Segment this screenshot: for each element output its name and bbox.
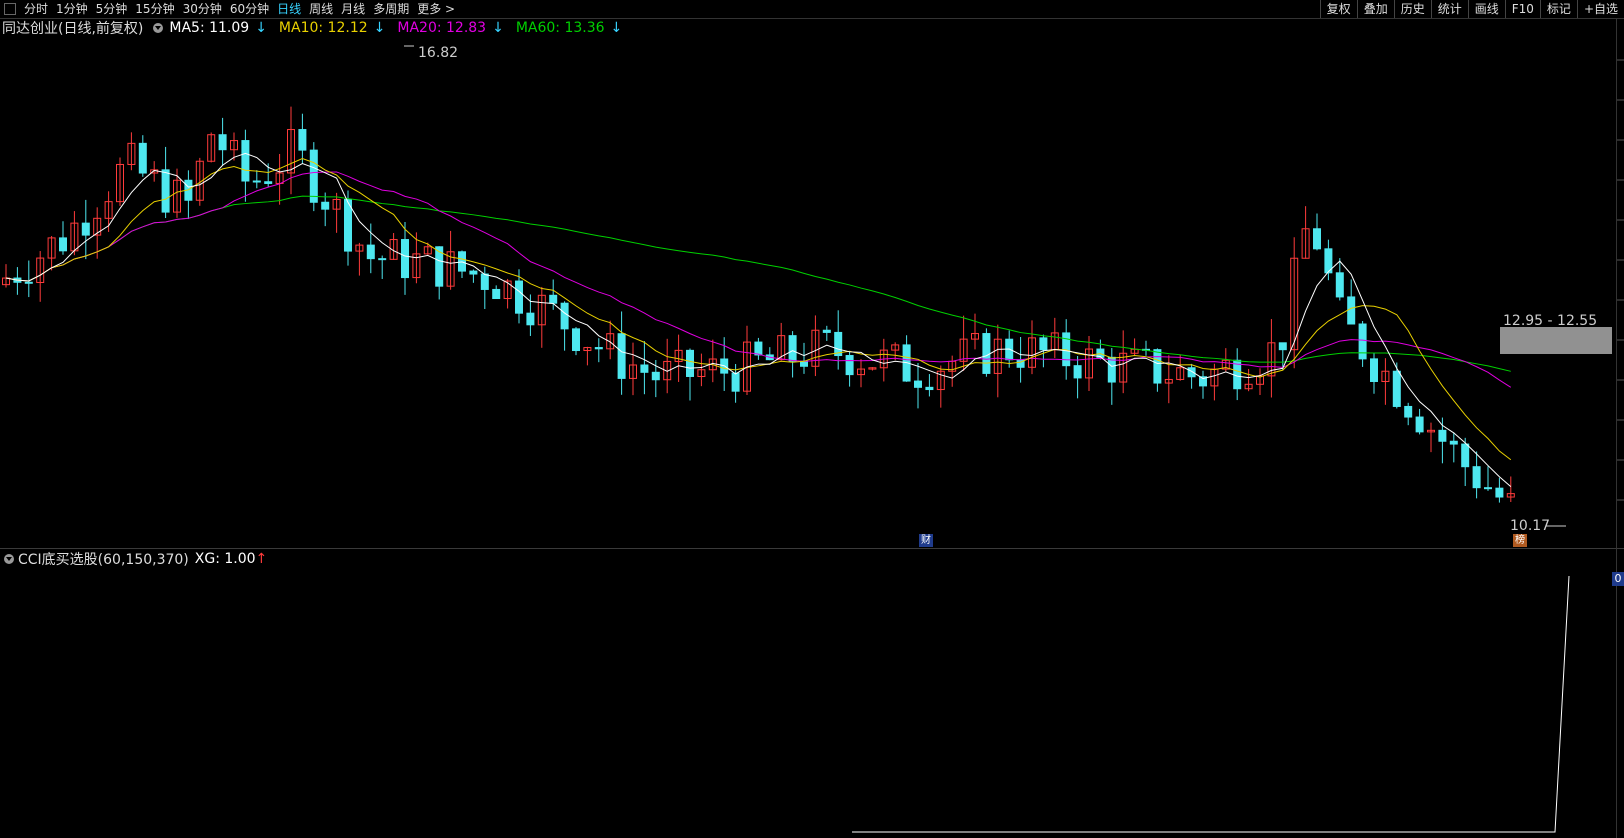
low-price-label: 10.17 (1510, 518, 1550, 534)
down-arrow-icon: ↓ (610, 20, 623, 36)
main-legend: 同达创业(日线,前复权) MA5: 11.09 ↓ MA10: 12.12 ↓ MA… (0, 19, 634, 37)
indicator-title: CCI底买选股(60,150,370) (18, 552, 189, 568)
candle-body (366, 244, 375, 260)
ma5-label: MA5: 11.09 ↓ (169, 20, 267, 36)
candle-body (560, 302, 569, 330)
candle-body (138, 142, 147, 174)
ma20-label: MA20: 12.83 ↓ (397, 20, 504, 36)
candle-body (81, 222, 90, 236)
candle-body (1153, 349, 1162, 384)
candle-body (1461, 443, 1470, 468)
finance-badge[interactable]: 财 (919, 534, 933, 547)
candle-body (1484, 487, 1492, 490)
candle-body (161, 169, 170, 213)
price-range-box (1500, 327, 1612, 354)
candle-body (822, 329, 831, 333)
candle-body (1187, 367, 1196, 378)
legend-dropdown-icon[interactable] (153, 23, 164, 33)
pane-divider[interactable] (0, 548, 1624, 549)
right-axis (1616, 19, 1617, 838)
candle-body (1415, 416, 1424, 433)
candle-body (218, 134, 227, 151)
down-arrow-icon: ↓ (255, 20, 267, 36)
candle-body (1495, 487, 1504, 498)
candle-body (264, 181, 273, 184)
candle-body (1039, 337, 1048, 351)
ma60-label: MA60: 13.36 ↓ (515, 20, 623, 36)
kline-chart[interactable]: 12.95 - 12.55 16.82 10.17 (0, 0, 1624, 838)
down-arrow-icon: ↓ (373, 20, 386, 36)
candle-body (1370, 358, 1378, 382)
candle-body (731, 372, 740, 392)
candle-body (24, 281, 33, 284)
xg-signal-line (852, 575, 1570, 833)
candle-body (458, 251, 466, 272)
candle-body (788, 335, 797, 362)
candle-body (1392, 370, 1401, 407)
candle-body (914, 380, 922, 388)
up-arrow-icon: ↑ (255, 551, 268, 567)
candle-body (469, 270, 478, 275)
candle-body (298, 129, 307, 151)
candle-body (1278, 342, 1287, 351)
ranking-badge[interactable]: 榜 (1513, 534, 1527, 547)
candle-body (1313, 228, 1321, 250)
xg-value: XG: 1.00↑ (194, 551, 268, 567)
candle-body (640, 364, 649, 373)
candle-body (1449, 440, 1458, 445)
candle-body (1438, 429, 1447, 442)
candle-body (1335, 272, 1344, 298)
candle-body (321, 201, 330, 210)
candle-body (1073, 365, 1082, 379)
candle-body (754, 341, 763, 356)
candle-body (1358, 323, 1367, 360)
candle-body (572, 328, 580, 352)
candle-body (309, 149, 318, 203)
candle-body (982, 333, 991, 374)
candle-body (925, 386, 934, 391)
high-price-label: 16.82 (418, 45, 458, 61)
sub-legend: CCI底买选股(60,150,370) XG: 1.00↑ (0, 550, 267, 568)
candle-body (594, 347, 603, 350)
candle-body (617, 333, 626, 379)
candle-body (1472, 466, 1481, 489)
candle-body (252, 180, 261, 183)
candle-body (1107, 356, 1116, 383)
candle-body (651, 371, 660, 381)
ma10-label: MA10: 12.12 ↓ (278, 20, 386, 36)
zero-axis-tag: 0 (1612, 572, 1624, 586)
candle-body (480, 273, 489, 290)
candle-body (515, 280, 523, 314)
down-arrow-icon: ↓ (492, 20, 504, 36)
candle-body (549, 294, 558, 304)
stock-title: 同达创业(日线,前复权) (2, 21, 144, 37)
candle-body (59, 237, 67, 252)
range-label: 12.95 - 12.55 (1503, 313, 1597, 329)
candle-body (526, 312, 535, 326)
ma10-line (5, 157, 1512, 461)
candle-body (492, 288, 501, 300)
candle-body (241, 140, 250, 182)
candle-body (1404, 405, 1413, 418)
candle-body (401, 239, 409, 279)
ma5-line (5, 152, 1512, 488)
indicator-dropdown-icon[interactable] (4, 554, 14, 564)
candle-body (686, 349, 694, 377)
candle-body (845, 355, 854, 376)
candle-body (1347, 296, 1356, 325)
candle-body (378, 258, 387, 261)
